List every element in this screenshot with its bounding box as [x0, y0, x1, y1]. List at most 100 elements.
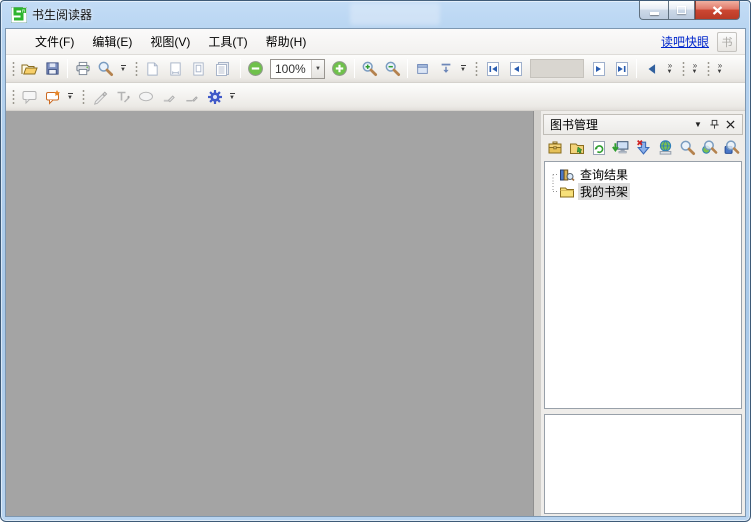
- fit-width-page-icon: [168, 61, 183, 77]
- panel-splitter[interactable]: [534, 111, 541, 516]
- panel-close-button[interactable]: [722, 117, 738, 133]
- open-book-button[interactable]: [544, 137, 566, 159]
- toolbar-options-dropdown[interactable]: ▼: [64, 85, 76, 108]
- highlight-tool-button[interactable]: [157, 85, 180, 108]
- toolbar-options-dropdown[interactable]: ▼: [226, 85, 238, 108]
- tree-item-label[interactable]: 查询结果: [578, 166, 630, 183]
- zoom-in-button[interactable]: [358, 57, 381, 80]
- menu-file[interactable]: 文件(F): [26, 30, 83, 53]
- search-button[interactable]: [94, 57, 117, 80]
- menu-tools[interactable]: 工具(T): [199, 30, 256, 53]
- refresh-button[interactable]: [588, 137, 610, 159]
- toolbar-grip[interactable]: [135, 61, 138, 77]
- client-area: 文件(F) 编辑(E) 视图(V) 工具(T) 帮助(H) 读吧快眼 书: [5, 28, 746, 517]
- separator: [407, 59, 408, 78]
- title-bar[interactable]: R 书生阅读器: [5, 1, 746, 28]
- full-screen-button[interactable]: [411, 57, 434, 80]
- next-page-button[interactable]: [587, 57, 610, 80]
- ellipse-tool-button[interactable]: [134, 85, 157, 108]
- continuous-view-button[interactable]: [210, 57, 233, 80]
- arrow-cancel-icon: [635, 139, 652, 156]
- zoom-decrease-button[interactable]: [244, 57, 267, 80]
- last-page-button[interactable]: [610, 57, 633, 80]
- toolbar-grip[interactable]: [682, 61, 685, 77]
- menu-view[interactable]: 视图(V): [141, 30, 199, 53]
- glass-reflection: [350, 3, 440, 25]
- maximize-button[interactable]: [668, 1, 695, 20]
- toolbar-options-dropdown[interactable]: ▼: [117, 57, 129, 80]
- markup-toolbar-group: ▼: [78, 84, 240, 110]
- fit-width-view-button[interactable]: [164, 57, 187, 80]
- menu-help[interactable]: 帮助(H): [257, 30, 316, 53]
- toolbar-grip[interactable]: [475, 61, 478, 77]
- toolbar-grip[interactable]: [82, 89, 85, 105]
- toolbar-overflow-button[interactable]: »▼: [663, 57, 676, 80]
- search-local-button[interactable]: [676, 137, 698, 159]
- fit-to-width-button[interactable]: [434, 57, 457, 80]
- zoom-increase-button[interactable]: [328, 57, 351, 80]
- toolbar-grip[interactable]: [12, 61, 15, 77]
- close-button[interactable]: [695, 1, 740, 20]
- minimize-button[interactable]: [639, 1, 668, 20]
- download-to-computer-button[interactable]: [610, 137, 632, 159]
- import-book-button[interactable]: [566, 137, 588, 159]
- main-content: 图书管理 ▼: [6, 111, 745, 516]
- app-window: R 书生阅读器 文件(F) 编辑(E) 视图(V) 工具(T) 帮助(H) 读吧…: [0, 0, 751, 522]
- annotation-settings-button[interactable]: [203, 85, 226, 108]
- tree-item-query-results[interactable]: 查询结果: [547, 166, 739, 183]
- toolbar-overflow-button[interactable]: »▼: [713, 57, 726, 80]
- tree-item-label[interactable]: 我的书架: [578, 183, 630, 200]
- zoom-level-combobox[interactable]: 100% ▼: [270, 59, 325, 79]
- document-canvas[interactable]: [6, 111, 534, 516]
- separator: [636, 59, 637, 78]
- cancel-download-button[interactable]: [632, 137, 654, 159]
- app-logo-icon: R: [11, 7, 27, 23]
- toolbar-options-dropdown[interactable]: ▼: [457, 57, 469, 80]
- toolbar-grip[interactable]: [707, 61, 710, 77]
- first-page-button[interactable]: [481, 57, 504, 80]
- previous-page-button[interactable]: [504, 57, 527, 80]
- minus-circle-icon: [247, 60, 264, 77]
- panel-menu-button[interactable]: ▼: [690, 117, 706, 133]
- open-file-button[interactable]: [18, 57, 41, 80]
- actual-size-view-button[interactable]: [187, 57, 210, 80]
- line-tool-button[interactable]: [180, 85, 203, 108]
- go-back-button[interactable]: [640, 57, 663, 80]
- tree-item-my-bookshelf[interactable]: 我的书架: [547, 183, 739, 200]
- separator: [67, 59, 68, 78]
- book-management-panel: 图书管理 ▼: [541, 111, 745, 516]
- panel-pin-button[interactable]: [706, 117, 722, 133]
- save-button[interactable]: [41, 57, 64, 80]
- page-number-input[interactable]: [530, 59, 584, 78]
- text-tool-icon: [114, 89, 131, 105]
- chevron-down-icon[interactable]: ▼: [311, 60, 324, 78]
- fit-arrow-icon: [439, 61, 453, 76]
- magnifier-icon: [679, 139, 696, 156]
- pen-tool-button[interactable]: [88, 85, 111, 108]
- show-comments-button[interactable]: [18, 85, 41, 108]
- panel-header[interactable]: 图书管理 ▼: [543, 114, 743, 135]
- close-icon: [726, 120, 735, 129]
- globe-icon: [657, 139, 674, 156]
- toolbar-grip[interactable]: [12, 89, 15, 105]
- zoom-out-button[interactable]: [381, 57, 404, 80]
- ellipse-icon: [137, 89, 155, 104]
- book-mode-button[interactable]: 书: [717, 32, 737, 52]
- single-page-view-button[interactable]: [141, 57, 164, 80]
- line-pen-icon: [183, 89, 200, 104]
- tree-connector: [547, 166, 559, 183]
- online-library-button[interactable]: [654, 137, 676, 159]
- pen-icon: [92, 89, 108, 105]
- search-online-button[interactable]: [698, 137, 720, 159]
- window-icon: [415, 62, 430, 76]
- comment-bubble-icon: [21, 89, 38, 105]
- briefcase-icon: [546, 140, 564, 156]
- menu-edit[interactable]: 编辑(E): [83, 30, 141, 53]
- text-annotation-button[interactable]: [111, 85, 134, 108]
- advanced-search-button[interactable]: [720, 137, 742, 159]
- add-comment-button[interactable]: [41, 85, 64, 108]
- dropdown-bar: [461, 65, 466, 66]
- print-button[interactable]: [71, 57, 94, 80]
- duba-quick-eye-link[interactable]: 读吧快眼: [661, 33, 709, 50]
- toolbar-overflow-button[interactable]: »▼: [688, 57, 701, 80]
